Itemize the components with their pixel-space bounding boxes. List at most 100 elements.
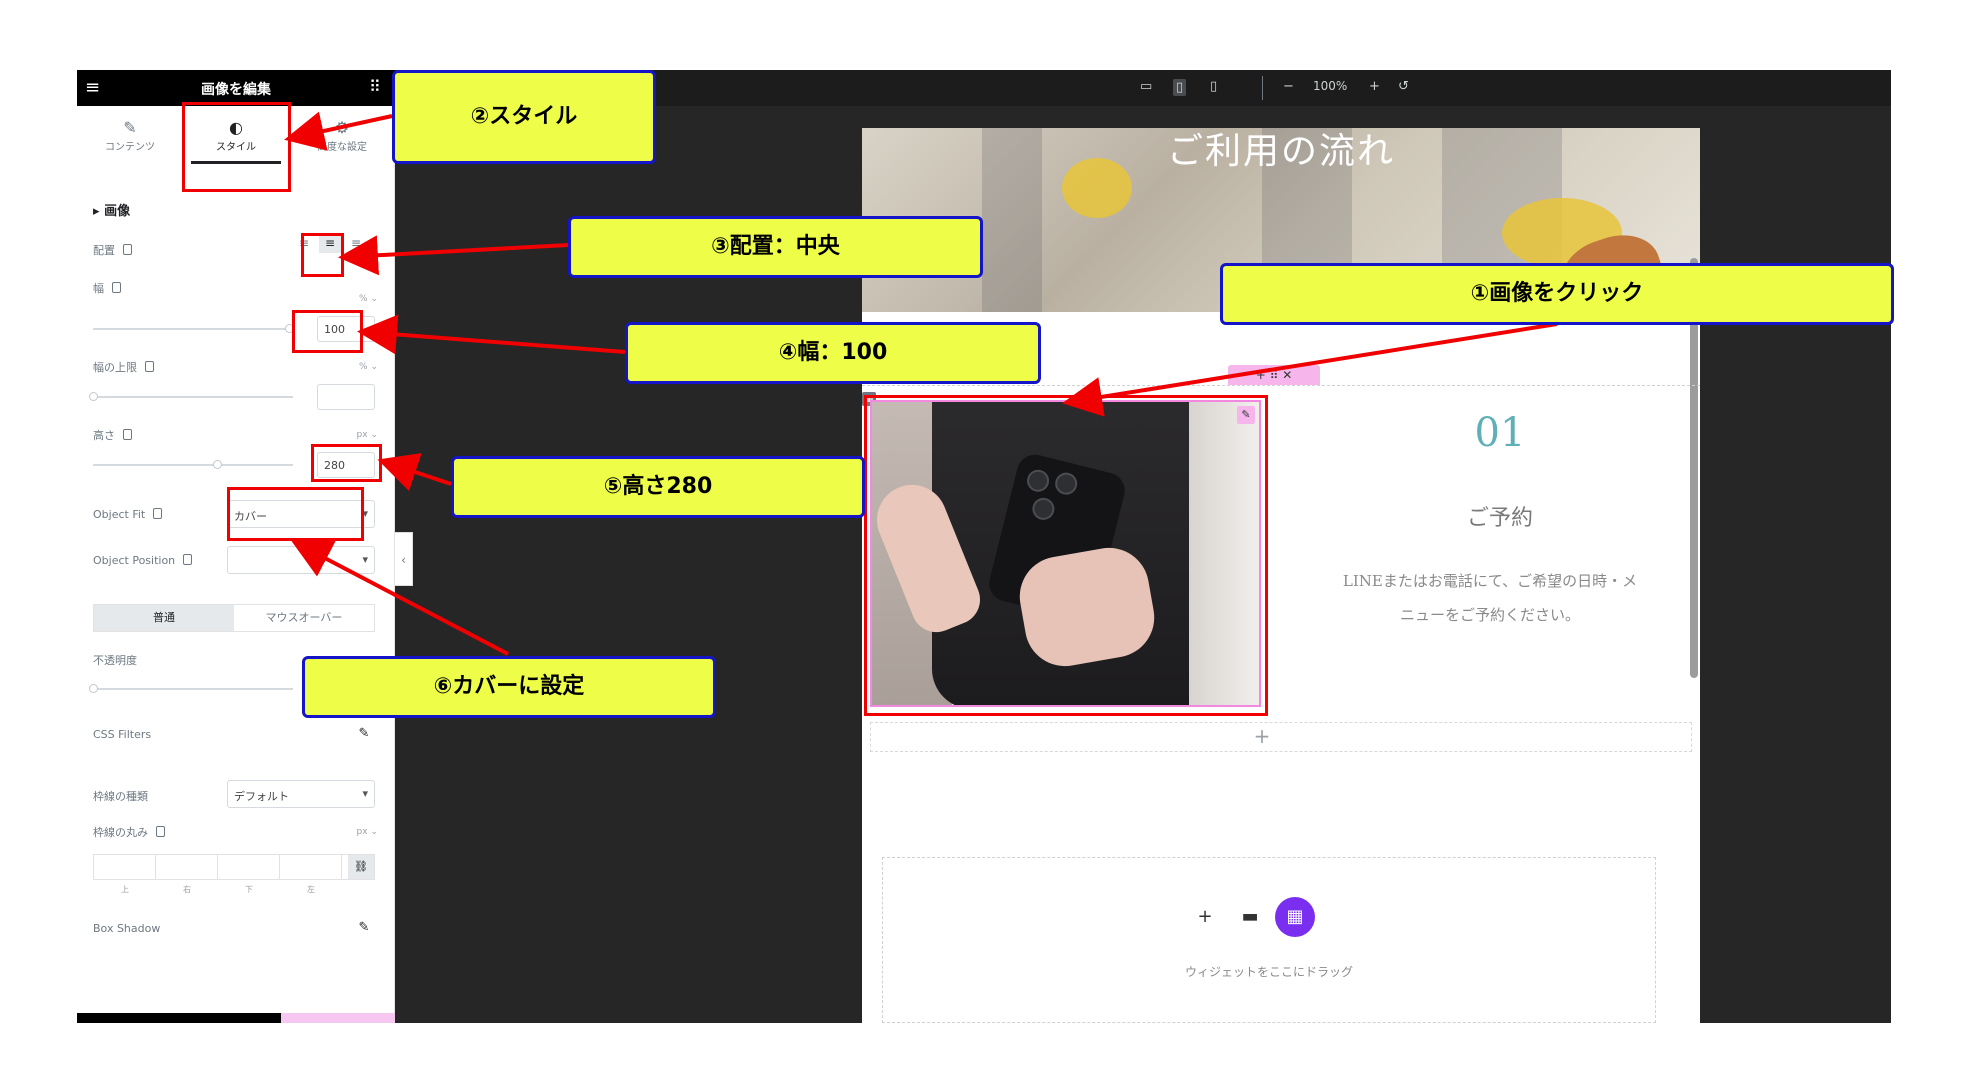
responsive-device-icon[interactable] xyxy=(153,508,163,519)
step-title: ご予約 xyxy=(1466,506,1533,531)
gear-icon: ⚙ xyxy=(334,118,350,137)
tab-content[interactable]: ✎ コンテンツ xyxy=(77,118,183,164)
hero-title: ご利用の流れ xyxy=(1166,131,1395,172)
zoom-level: 100% xyxy=(1313,79,1348,93)
opacity-slider[interactable] xyxy=(89,684,293,693)
panel-footer-accent xyxy=(281,1013,395,1023)
callout-style: ②スタイル xyxy=(392,70,656,164)
border-type-label: 枠線の種類 xyxy=(93,790,148,803)
mobile-icon[interactable]: ▯ xyxy=(1210,79,1217,94)
widget-library-icon[interactable]: ▦ xyxy=(1275,897,1315,937)
collapse-panel-icon[interactable]: ‹ xyxy=(395,532,413,586)
height-unit-select[interactable]: px ⌄ xyxy=(357,430,378,440)
radius-side-label: 左 xyxy=(307,885,315,894)
slider-handle[interactable] xyxy=(89,684,98,693)
height-slider[interactable] xyxy=(93,460,293,469)
border-radius-unit-select[interactable]: px ⌄ xyxy=(357,827,378,837)
css-filters-label: CSS Filters xyxy=(93,728,152,741)
callout-alignment: ③配置：中央 xyxy=(568,216,983,278)
section-boundary xyxy=(862,385,1700,386)
callout-height: ⑤高さ280 xyxy=(451,456,865,518)
radius-bottom-input[interactable] xyxy=(218,855,280,879)
radius-side-label: 右 xyxy=(183,885,191,894)
panel-header: ≡ 画像を編集 ⠿ xyxy=(77,70,395,106)
tab-label: 高度な設定 xyxy=(317,142,367,153)
section-image-toggle[interactable]: ▸ 画像 xyxy=(93,200,130,219)
object-position-label-text: Object Position xyxy=(93,554,176,567)
responsive-device-icon[interactable] xyxy=(112,282,121,293)
template-folder-icon[interactable]: ▬ xyxy=(1230,897,1270,937)
zoom-in-icon[interactable]: + xyxy=(1369,79,1380,94)
max-width-slider[interactable] xyxy=(89,392,293,401)
border-radius-inputs: ⛓ xyxy=(93,854,375,880)
slider-handle[interactable] xyxy=(213,460,222,469)
reset-zoom-icon[interactable]: ↺ xyxy=(1398,79,1409,94)
responsive-device-icon[interactable] xyxy=(183,554,193,565)
width-slider[interactable] xyxy=(93,324,294,333)
max-width-input[interactable] xyxy=(317,384,375,410)
highlight-image xyxy=(864,395,1268,716)
responsive-device-icon[interactable] xyxy=(156,826,165,837)
callout-click-image: ①画像をクリック xyxy=(1220,263,1894,325)
panel-title: 画像を編集 xyxy=(201,82,271,98)
editor-panel: ≡ 画像を編集 ⠿ ✎ コンテンツ ◐ スタイル ⚙ 高度な設定 ▸ 画像 配置… xyxy=(77,70,395,1023)
apps-grid-icon[interactable]: ⠿ xyxy=(369,78,387,96)
align-right-icon[interactable]: ≡ xyxy=(345,233,367,253)
responsive-device-icon[interactable] xyxy=(145,361,154,372)
box-shadow-label: Box Shadow xyxy=(93,922,161,935)
width-unit-select[interactable]: % ⌄ xyxy=(359,294,378,304)
max-width-unit-select[interactable]: % ⌄ xyxy=(359,362,378,372)
step-description-line: LINEまたはお電話にて、ご希望の日時・メ xyxy=(1342,572,1638,590)
border-type-select[interactable]: デフォルト xyxy=(227,780,375,808)
add-element-plus-icon[interactable]: + xyxy=(1252,726,1272,746)
object-fit-label: Object Fit xyxy=(93,508,163,521)
section-handle-toolbar[interactable]: + ⠿ ✕ xyxy=(1228,365,1320,385)
radius-side-label: 上 xyxy=(121,885,129,894)
section-title: 画像 xyxy=(104,204,131,219)
radius-right-input[interactable] xyxy=(156,855,218,879)
height-label: 高さ xyxy=(93,427,132,443)
panel-footer xyxy=(77,1013,281,1023)
widget-drop-area[interactable] xyxy=(882,857,1656,1023)
border-radius-label-text: 枠線の丸み xyxy=(93,826,148,839)
tab-advanced[interactable]: ⚙ 高度な設定 xyxy=(289,118,395,164)
toolbar-divider xyxy=(1262,76,1263,100)
screenshot-stage: ▭ ▯ ▯ − 100% + ↺ ご利用の流れ + ⠿ ✕ ▦ ✎ 01 ご予約… xyxy=(0,0,1980,1080)
highlight-height xyxy=(311,444,382,482)
radius-left-input[interactable] xyxy=(280,855,342,879)
highlight-style-tab xyxy=(182,102,291,192)
responsive-device-icon[interactable] xyxy=(123,244,132,255)
step-description-line: ニューをご予約ください。 xyxy=(1399,606,1580,624)
step-number: 01 xyxy=(1474,410,1526,456)
highlight-width xyxy=(292,310,363,353)
step-description: LINEまたはお電話にて、ご希望の日時・メ ニューをご予約ください。 xyxy=(1290,564,1690,632)
width-label-text: 幅 xyxy=(93,282,104,295)
highlight-object-fit xyxy=(227,487,364,541)
radius-top-input[interactable] xyxy=(94,855,156,879)
callout-width: ④幅：100 xyxy=(625,322,1041,384)
width-label: 幅 xyxy=(93,280,121,296)
object-position-select[interactable] xyxy=(227,546,375,574)
state-tabs: 普通 マウスオーバー xyxy=(93,604,375,632)
css-filters-edit-icon[interactable]: ✎ xyxy=(356,726,372,742)
tablet-icon[interactable]: ▯ xyxy=(1173,79,1187,96)
radius-side-label: 下 xyxy=(245,885,253,894)
link-values-icon[interactable]: ⛓ xyxy=(348,855,374,879)
zoom-out-icon[interactable]: − xyxy=(1283,79,1294,94)
highlight-alignment xyxy=(301,233,344,277)
tab-label: コンテンツ xyxy=(105,142,155,153)
slider-handle[interactable] xyxy=(89,392,98,401)
border-radius-label: 枠線の丸み xyxy=(93,824,165,840)
add-section-plus-icon[interactable]: + xyxy=(1185,897,1225,937)
responsive-device-icon[interactable] xyxy=(123,429,132,440)
desktop-icon[interactable]: ▭ xyxy=(1140,79,1152,94)
max-width-label-text: 幅の上限 xyxy=(93,361,137,374)
opacity-label: 不透明度 xyxy=(93,654,137,667)
box-shadow-edit-icon[interactable]: ✎ xyxy=(356,920,372,936)
tab-hover[interactable]: マウスオーバー xyxy=(234,605,374,631)
alignment-label-text: 配置 xyxy=(93,244,115,257)
callout-object-fit: ⑥カバーに設定 xyxy=(302,656,716,718)
tab-normal[interactable]: 普通 xyxy=(94,605,234,631)
object-position-label: Object Position xyxy=(93,554,193,567)
height-label-text: 高さ xyxy=(93,429,115,442)
